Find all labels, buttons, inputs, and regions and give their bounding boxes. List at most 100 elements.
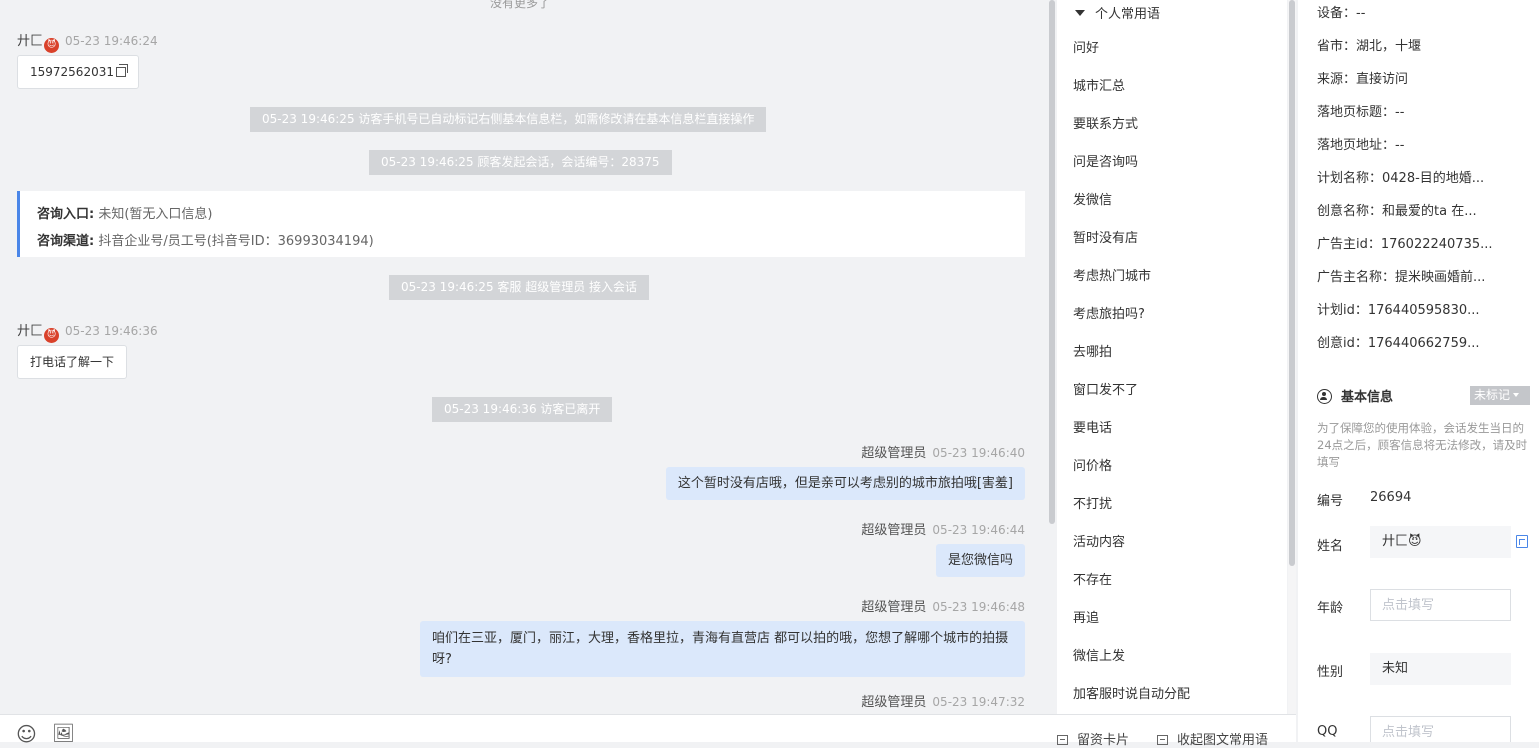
agent-name: 超级管理员 — [861, 695, 927, 710]
meta-region: 省市：湖北，十堰 — [1317, 39, 1422, 54]
chat-input-toolbar: ☺ 🖼 留资卡片 收起图文常用语 — [0, 714, 1296, 748]
visitor-name: 廾匚 — [17, 34, 44, 49]
phrase-item[interactable]: 不存在 — [1073, 562, 1190, 600]
chat-scrollbar[interactable] — [1048, 0, 1057, 714]
visitor-name: 廾匚 — [17, 324, 44, 339]
caret-down-icon — [1513, 393, 1520, 397]
meta-advertiser-name: 广告主名称：提米映画婚前... — [1317, 270, 1486, 285]
phrase-item[interactable]: 问是咨询吗 — [1073, 144, 1190, 182]
phrase-item[interactable]: 加客服时说自动分配 — [1073, 676, 1190, 714]
consult-entry-card: 咨询入口: 未知(暂无入口信息) 咨询渠道: 抖音企业号/员工号(抖音号ID：3… — [17, 191, 1025, 257]
info-card-button[interactable]: 留资卡片 — [1057, 729, 1129, 748]
qq-input[interactable] — [1370, 716, 1511, 742]
agent-message-bubble: 是您微信吗 — [935, 544, 1025, 577]
gender-label: 性别 — [1317, 665, 1344, 680]
edit-icon[interactable] — [1516, 535, 1528, 548]
collapse-phrases-button[interactable]: 收起图文常用语 — [1157, 729, 1268, 748]
meta-landing-title: 落地页标题：-- — [1317, 105, 1405, 120]
meta-source: 来源：直接访问 — [1317, 72, 1409, 87]
phrase-item[interactable]: 发微信 — [1073, 182, 1190, 220]
visitor-meta-list: 设备：-- 省市：湖北，十堰 来源：直接访问 落地页标题：-- 落地页地址：--… — [1317, 0, 1493, 360]
message-text: 15972562031 — [30, 65, 114, 79]
phrase-group-header[interactable]: 个人常用语 — [1075, 3, 1160, 22]
phrase-item[interactable]: 问价格 — [1073, 448, 1190, 486]
age-label: 年龄 — [1317, 601, 1344, 616]
message-time: 05-23 19:46:24 — [65, 34, 158, 48]
agent-name: 超级管理员 — [861, 523, 927, 538]
image-icon[interactable]: 🖼 — [52, 725, 75, 743]
common-phrases-panel: 个人常用语 问好 城市汇总 要联系方式 问是咨询吗 发微信 暂时没有店 考虑热门… — [1057, 0, 1287, 714]
phrase-item[interactable]: 微信上发 — [1073, 638, 1190, 676]
emoji-icon[interactable]: ☺ — [16, 724, 37, 744]
devil-emoji-icon: 😈 — [44, 38, 60, 53]
visitor-message-bubble: 打电话了解一下 — [17, 345, 128, 379]
channel-row: 咨询渠道: 抖音企业号/员工号(抖音号ID：36993034194) — [37, 228, 1025, 255]
meta-plan-name: 计划名称：0428-目的地婚... — [1317, 171, 1485, 186]
entry-row: 咨询入口: 未知(暂无入口信息) — [37, 201, 1025, 228]
message-time: 05-23 19:46:36 — [65, 324, 158, 338]
phrase-item[interactable]: 活动内容 — [1073, 524, 1190, 562]
message-time: 05-23 19:47:32 — [932, 695, 1025, 709]
agent-sender-line: 超级管理员 05-23 19:47:32 — [861, 691, 1025, 710]
meta-creative-id: 创意id：176440662759... — [1317, 336, 1480, 351]
visitor-info-panel: 设备：-- 省市：湖北，十堰 来源：直接访问 落地页标题：-- 落地页地址：--… — [1298, 0, 1539, 742]
no-more-history-text: 没有更多了 — [489, 0, 550, 10]
copy-icon[interactable] — [115, 64, 128, 77]
name-label: 姓名 — [1317, 539, 1344, 554]
info-card-label: 留资卡片 — [1077, 733, 1130, 748]
meta-creative-name: 创意名称：和最爱的ta 在... — [1317, 204, 1477, 219]
channel-label: 咨询渠道: — [37, 234, 95, 249]
agent-sender-line: 超级管理员 05-23 19:46:48 — [861, 596, 1025, 615]
edit-notice: 为了保障您的使用体验，会话发生当日的24点之后，顾客信息将无法修改，请及时填写 — [1317, 421, 1528, 469]
id-value: 26694 — [1370, 490, 1412, 505]
mark-status-dropdown[interactable]: 未标记 — [1470, 386, 1530, 405]
phrase-item[interactable]: 考虑旅拍吗? — [1073, 296, 1190, 334]
card-icon — [1057, 735, 1068, 745]
meta-landing-url: 落地页地址：-- — [1317, 138, 1405, 153]
chat-scrollbar-thumb[interactable] — [1049, 0, 1055, 524]
agent-sender-line: 超级管理员 05-23 19:46:40 — [861, 442, 1025, 461]
visitor-sender-line: 廾匚 😈 05-23 19:46:24 — [17, 30, 158, 53]
agent-name: 超级管理员 — [861, 600, 927, 615]
age-input[interactable] — [1370, 589, 1511, 621]
visitor-message-bubble: 15972562031 — [17, 55, 139, 89]
devil-emoji-icon: 😈 — [44, 328, 60, 343]
system-message: 05-23 19:46:25 访客手机号已自动标记右侧基本信息栏，如需修改请在基… — [250, 107, 767, 132]
id-label: 编号 — [1317, 494, 1344, 509]
phrase-item[interactable]: 考虑热门城市 — [1073, 258, 1190, 296]
caret-down-icon — [1075, 10, 1085, 16]
phrase-item[interactable]: 问好 — [1073, 30, 1190, 68]
message-time: 05-23 19:46:40 — [932, 446, 1025, 460]
agent-message-bubble: 咱们在三亚，厦门，丽江，大理，香格里拉，青海有直营店 都可以拍的哦，您想了解哪个… — [420, 621, 1025, 677]
entry-value: 未知(暂无入口信息) — [98, 207, 213, 222]
system-message: 05-23 19:46:25 顾客发起会话，会话编号：28375 — [369, 150, 672, 175]
phrase-item[interactable]: 要联系方式 — [1073, 106, 1190, 144]
entry-label: 咨询入口: — [37, 207, 95, 222]
phrase-item[interactable]: 去哪拍 — [1073, 334, 1190, 372]
channel-value: 抖音企业号/员工号(抖音号ID：36993034194) — [98, 234, 374, 249]
system-message: 05-23 19:46:25 客服 超级管理员 接入会话 — [389, 275, 650, 300]
message-time: 05-23 19:46:48 — [932, 600, 1025, 614]
agent-message-bubble: 这个暂时没有店哦，但是亲可以考虑别的城市旅拍哦[害羞] — [665, 467, 1025, 500]
phrases-scrollbar-thumb[interactable] — [1289, 0, 1295, 566]
gender-field[interactable]: 未知 — [1370, 653, 1511, 685]
phrase-item[interactable]: 再追 — [1073, 600, 1190, 638]
chat-pane: 没有更多了 廾匚 😈 05-23 19:46:24 15972562031 05-2… — [0, 0, 1047, 714]
phrase-list: 问好 城市汇总 要联系方式 问是咨询吗 发微信 暂时没有店 考虑热门城市 考虑旅… — [1073, 30, 1190, 714]
name-field[interactable]: 廾匚😈 — [1370, 526, 1511, 558]
collapse-phrases-label: 收起图文常用语 — [1177, 733, 1269, 748]
phrase-item[interactable]: 暂时没有店 — [1073, 220, 1190, 258]
phrases-scrollbar[interactable] — [1288, 0, 1296, 714]
phrase-item[interactable]: 窗口发不了 — [1073, 372, 1190, 410]
phrase-item[interactable]: 城市汇总 — [1073, 68, 1190, 106]
phrase-item[interactable]: 不打扰 — [1073, 486, 1190, 524]
meta-device: 设备：-- — [1317, 6, 1366, 21]
agent-name: 超级管理员 — [861, 446, 927, 461]
user-icon — [1317, 389, 1332, 404]
basic-info-title-text: 基本信息 — [1341, 390, 1394, 405]
phrase-item[interactable]: 要电话 — [1073, 410, 1190, 448]
phrase-group-title: 个人常用语 — [1095, 7, 1161, 22]
qq-label: QQ — [1317, 724, 1338, 739]
meta-plan-id: 计划id：176440595830... — [1317, 303, 1480, 318]
basic-info-title: 基本信息 — [1317, 386, 1393, 405]
